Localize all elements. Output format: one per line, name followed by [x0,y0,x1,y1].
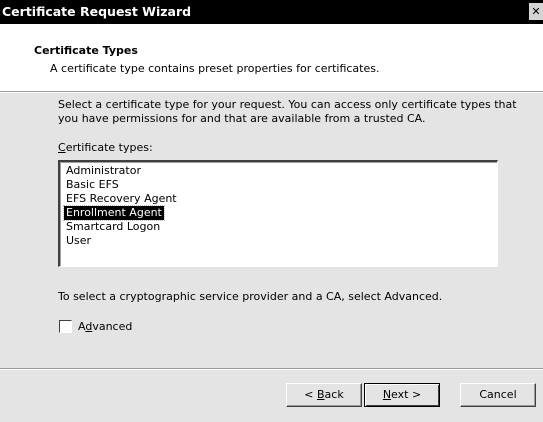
close-button[interactable]: ✕ [529,3,543,20]
certificate-request-wizard-window: Certificate Request Wizard ✕ Certificate… [0,0,543,422]
instructions-line-1: Select a certificate type for your reque… [58,98,517,111]
advanced-checkbox-label[interactable]: Advanced [78,320,132,333]
instructions-line-2: you have permissions for and that are av… [58,112,426,125]
title-bar[interactable]: Certificate Request Wizard ✕ [0,0,543,24]
page-title: Certificate Types [34,44,138,57]
list-item[interactable]: Enrollment Agent [63,205,165,221]
label-part: < [304,388,317,401]
label-part: vanced [92,320,133,333]
next-button[interactable]: Next > [364,383,440,407]
advanced-hint: To select a cryptographic service provid… [58,290,443,303]
label-part: ext > [391,388,422,401]
label-part: ack [324,388,344,401]
page-subtitle: A certificate type contains preset prope… [50,62,380,75]
list-item[interactable]: Administrator [64,164,143,178]
cancel-button[interactable]: Cancel [460,383,536,407]
accelerator-key: B [317,388,325,401]
certificate-types-listbox[interactable]: Administrator Basic EFS EFS Recovery Agent… [58,160,498,267]
label-text: ertificate types: [65,141,153,154]
accelerator-key: C [58,141,66,154]
certificate-types-label: Certificate types: [58,141,153,154]
list-item[interactable]: User [64,234,93,248]
list-item[interactable]: Basic EFS [64,178,121,192]
close-icon: ✕ [531,5,541,18]
window-title: Certificate Request Wizard [2,4,192,19]
advanced-checkbox[interactable] [59,320,72,333]
list-item[interactable]: EFS Recovery Agent [64,192,179,206]
back-button[interactable]: < Back [286,383,362,407]
accelerator-key: N [382,388,392,401]
wizard-header: Certificate Types A certificate type con… [0,24,543,91]
list-item[interactable]: Smartcard Logon [64,220,162,234]
